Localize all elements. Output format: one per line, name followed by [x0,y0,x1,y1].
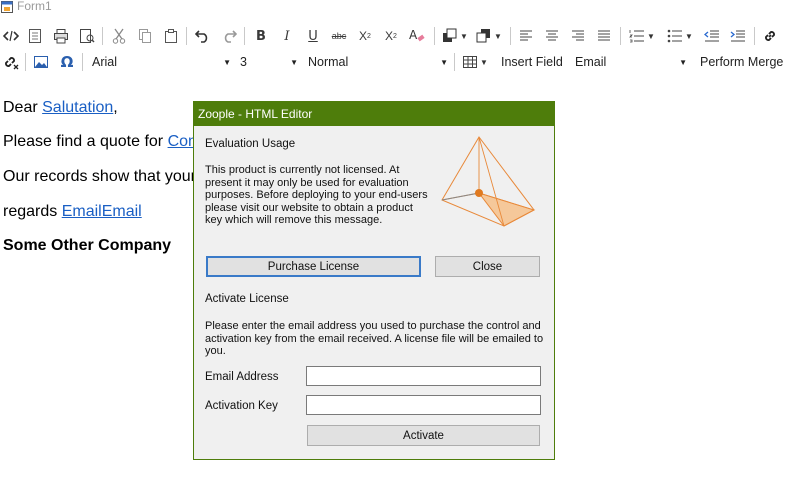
font-size-value: 3 [240,55,247,69]
omega-icon[interactable]: Ω [56,50,78,74]
field-select[interactable]: Email ▼ [571,52,689,73]
window-title: Form1 [17,0,52,13]
document-icon[interactable] [24,24,46,48]
link-icon[interactable] [759,24,781,48]
font-name-value: Arial [92,55,118,69]
table-icon[interactable]: ▼ [459,50,491,74]
chevron-down-icon: ▼ [679,58,687,67]
insert-toolbar: Ω Arial ▼ 3 ▼ Normal ▼ ▼ Insert Field Em… [0,50,785,76]
outdent-icon[interactable] [701,24,723,48]
activation-key-label: Activation Key [205,400,278,412]
dialog-title: Zoople - HTML Editor [194,102,554,126]
email-field-link[interactable]: EmailEmail [62,203,142,220]
align-left-icon[interactable] [515,24,537,48]
activate-text: Please enter the email address you used … [205,320,544,358]
pyramid-logo-icon [441,136,536,227]
clear-format-icon[interactable]: A [406,24,428,48]
image-icon[interactable] [30,50,52,74]
chevron-down-icon: ▼ [440,58,448,67]
title-bar: Form1 [0,0,785,16]
activation-key-input[interactable] [306,395,541,415]
formatting-toolbar: B I U abc X2 X2 A ▼ ▼ ▼ ▼ [0,24,785,50]
evaluation-text: This product is currently not licensed. … [205,164,428,227]
subscript-icon[interactable]: X2 [380,24,402,48]
paragraph-style-select[interactable]: Normal ▼ [304,52,450,73]
source-code-icon[interactable] [0,24,22,48]
indent-icon[interactable] [727,24,749,48]
license-dialog: Zoople - HTML Editor Evaluation Usage Th… [193,101,555,460]
salutation-field-link[interactable]: Salutation [42,99,113,116]
paragraph-style-value: Normal [308,55,349,69]
close-button[interactable]: Close [435,256,540,277]
font-name-select[interactable]: Arial ▼ [88,52,233,73]
email-address-input[interactable] [306,366,541,386]
highlight-color-icon[interactable]: ▼ [474,24,504,48]
activate-button[interactable]: Activate [307,425,540,446]
purchase-license-button[interactable]: Purchase License [206,256,421,277]
redo-icon[interactable] [218,24,240,48]
text-color-icon[interactable]: ▼ [440,24,470,48]
print-icon[interactable] [50,24,72,48]
paste-icon[interactable] [160,24,182,48]
bold-icon[interactable]: B [250,24,272,48]
unlink-icon[interactable] [0,50,22,74]
superscript-icon[interactable]: X2 [354,24,376,48]
undo-icon[interactable] [192,24,214,48]
doc-line-2: Please find a quote for Com [3,133,202,150]
activate-heading: Activate License [205,293,289,305]
app-icon [1,1,13,13]
chevron-down-icon: ▼ [223,58,231,67]
cut-icon[interactable] [108,24,130,48]
justify-icon[interactable] [593,24,615,48]
svg-text:A: A [409,28,418,42]
italic-icon[interactable]: I [276,24,298,48]
doc-line-3: Our records show that your [3,168,196,185]
evaluation-heading: Evaluation Usage [205,138,296,150]
email-address-label: Email Address [205,371,279,383]
strikethrough-icon[interactable]: abc [328,24,350,48]
chevron-down-icon: ▼ [290,58,298,67]
insert-field-label: Insert Field [501,55,563,69]
doc-line-1: Dear Salutation, [3,99,118,116]
copy-icon[interactable] [134,24,156,48]
doc-line-4: regards EmailEmail [3,203,142,220]
perform-merge-button[interactable]: Perform Merge [700,55,783,69]
align-right-icon[interactable] [567,24,589,48]
underline-icon[interactable]: U [302,24,324,48]
numbered-list-icon[interactable]: ▼ [625,24,659,48]
bullet-list-icon[interactable]: ▼ [663,24,697,48]
field-select-value: Email [575,55,607,69]
print-preview-icon[interactable] [76,24,98,48]
doc-line-5: Some Other Company [3,237,172,254]
font-size-select[interactable]: 3 ▼ [236,52,300,73]
align-center-icon[interactable] [541,24,563,48]
